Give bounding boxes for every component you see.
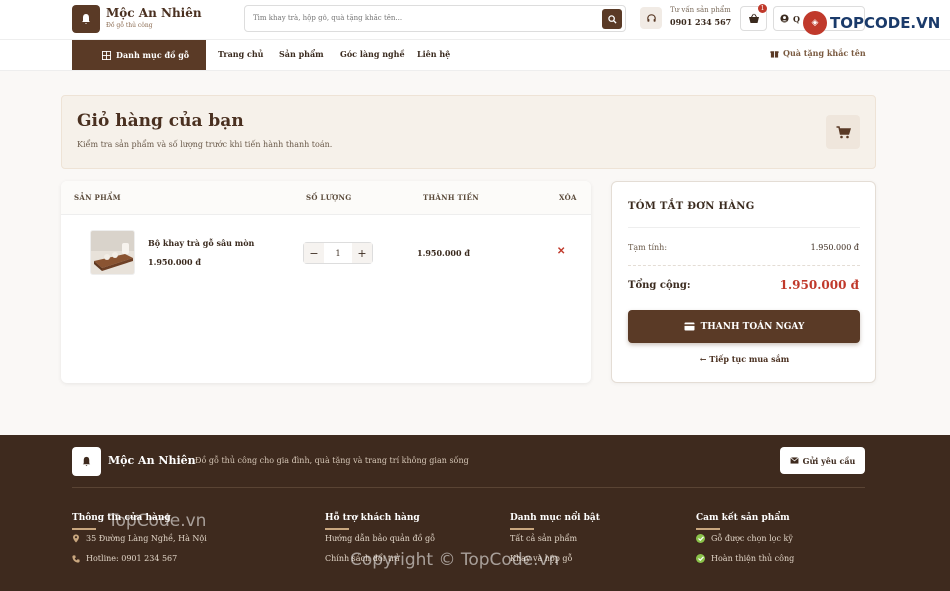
main-nav: Danh mục đồ gỗ Trang chủ Sản phẩm Góc là… <box>0 40 950 71</box>
product-name[interactable]: Bộ khay trà gỗ sâu mòn <box>148 238 254 248</box>
nav-gift-label: Quà tặng khắc tên <box>783 48 866 58</box>
commitment-text: Hoàn thiện thủ công <box>711 554 795 563</box>
summary-title: TÓM TẮT ĐƠN HÀNG <box>628 201 755 212</box>
footer-col-title: Hỗ trợ khách hàng <box>325 513 435 530</box>
search-input[interactable] <box>253 14 583 22</box>
product-unit-price: 1.950.000 đ <box>148 257 201 267</box>
column-header-total: THÀNH TIỀN <box>423 193 479 202</box>
continue-shopping-link[interactable]: ← Tiếp tục mua sắm <box>612 354 877 364</box>
column-header-remove: XÓA <box>559 193 577 202</box>
continue-shopping-label: Tiếp tục mua sắm <box>709 354 790 364</box>
footer-divider <box>72 487 865 488</box>
cart-count-badge: 1 <box>758 4 767 13</box>
quantity-stepper: − 1 + <box>303 242 373 264</box>
footer-address-text: 35 Đường Làng Nghề, Hà Nội <box>86 534 207 543</box>
subtotal-value: 1.950.000 đ <box>810 243 859 252</box>
page-header-card: Giỏ hàng của bạn Kiểm tra sản phẩm và số… <box>61 95 876 169</box>
gift-icon <box>770 50 779 58</box>
user-circle-icon <box>780 14 789 23</box>
footer-bell-icon[interactable] <box>72 447 101 476</box>
footer-col-commitments: Cam kết sản phẩm Gỗ được chọn lọc kỹ Hoà… <box>696 513 794 563</box>
total-value: 1.950.000 đ <box>779 278 859 292</box>
cart-table: SẢN PHẨM SỐ LƯỢNG THÀNH TIỀN XÓA Bộ khay… <box>61 181 591 383</box>
quantity-value[interactable]: 1 <box>324 249 352 258</box>
product-thumbnail[interactable] <box>90 230 135 275</box>
footer-brand[interactable]: Mộc An Nhiên <box>108 454 196 467</box>
commitment-item: Gỗ được chọn lọc kỹ <box>696 534 794 543</box>
nav-link-home[interactable]: Trang chủ <box>218 49 263 59</box>
consult-label: Tư vấn sản phẩm <box>670 6 731 14</box>
footer-col-title: Danh mục nổi bật <box>510 513 600 530</box>
line-total: 1.950.000 đ <box>417 248 470 258</box>
basket-icon <box>748 13 759 23</box>
page-title: Giỏ hàng của bạn <box>77 111 244 131</box>
checkout-button[interactable]: THANH TOÁN NGAY <box>628 310 860 343</box>
arrow-left-icon: ← <box>699 354 707 364</box>
grid-icon <box>102 50 111 60</box>
subtotal-label: Tạm tính: <box>628 243 668 252</box>
check-circle-icon <box>696 534 705 543</box>
divider <box>628 265 860 266</box>
credit-card-icon <box>684 322 695 331</box>
watermark-text: TopCode.vn <box>108 511 207 531</box>
total-label: Tổng cộng: <box>628 280 691 291</box>
consult-phone[interactable]: 0901 234 567 <box>670 17 731 27</box>
nav-link-contact[interactable]: Liên hệ <box>417 49 450 59</box>
footer-link[interactable]: Tất cả sản phẩm <box>510 534 600 543</box>
nav-link-products[interactable]: Sản phẩm <box>279 49 324 59</box>
divider <box>628 227 860 228</box>
logo-bell-icon[interactable] <box>72 5 100 33</box>
watermark-copyright: Copyright © TopCode.vn <box>350 550 560 570</box>
footer-col-title: Cam kết sản phẩm <box>696 513 794 530</box>
envelope-icon <box>789 457 799 464</box>
send-request-button[interactable]: Gửi yêu cầu <box>780 447 865 474</box>
decrease-quantity-button[interactable]: − <box>304 243 324 263</box>
brand-name[interactable]: Mộc An Nhiên <box>106 6 202 20</box>
category-menu-button[interactable]: Danh mục đồ gỗ <box>72 40 206 70</box>
watermark-logo-text: TOPCODE.VN <box>830 14 941 32</box>
search-bar <box>244 5 626 32</box>
nav-link-craft-corner[interactable]: Góc làng nghề <box>340 49 405 59</box>
footer-tagline: Đồ gỗ thủ công cho gia đình, quà tặng và… <box>195 456 469 465</box>
watermark-logo: ◈ TOPCODE.VN <box>803 11 940 35</box>
brand-tagline: Đồ gỗ thủ công <box>106 22 153 29</box>
column-header-quantity: SỐ LƯỢNG <box>306 193 352 202</box>
footer-link[interactable]: Hướng dẫn bảo quản đồ gỗ <box>325 534 435 543</box>
phone-icon <box>72 554 80 563</box>
cart-table-header: SẢN PHẨM SỐ LƯỢNG THÀNH TIỀN XÓA <box>61 181 591 215</box>
shopping-cart-icon <box>826 115 860 149</box>
nav-link-gift[interactable]: Quà tặng khắc tên <box>770 48 866 58</box>
remove-item-button[interactable]: ✕ <box>557 246 565 257</box>
search-icon <box>607 14 617 24</box>
footer-hotline-text: Hotline: 0901 234 567 <box>86 554 178 563</box>
map-pin-icon <box>73 534 79 543</box>
watermark-logo-icon: ◈ <box>803 11 827 35</box>
search-button[interactable] <box>602 9 622 29</box>
account-label: Q <box>793 13 800 24</box>
order-summary: TÓM TẮT ĐƠN HÀNG Tạm tính: 1.950.000 đ T… <box>611 181 876 383</box>
increase-quantity-button[interactable]: + <box>352 243 372 263</box>
check-circle-icon <box>696 554 705 563</box>
column-header-product: SẢN PHẨM <box>74 193 121 202</box>
page-subtitle: Kiểm tra sản phẩm và số lượng trước khi … <box>77 140 333 149</box>
footer-address: 35 Đường Làng Nghề, Hà Nội <box>72 534 207 543</box>
commitment-text: Gỗ được chọn lọc kỹ <box>711 534 793 543</box>
checkout-label: THANH TOÁN NGAY <box>700 321 805 332</box>
commitment-item: Hoàn thiện thủ công <box>696 554 794 563</box>
send-request-label: Gửi yêu cầu <box>802 455 856 466</box>
headset-icon <box>640 7 662 29</box>
site-header: Mộc An Nhiên Đồ gỗ thủ công Tư vấn sản p… <box>0 0 950 40</box>
category-menu-label: Danh mục đồ gỗ <box>116 50 190 60</box>
footer-hotline[interactable]: Hotline: 0901 234 567 <box>72 554 207 563</box>
